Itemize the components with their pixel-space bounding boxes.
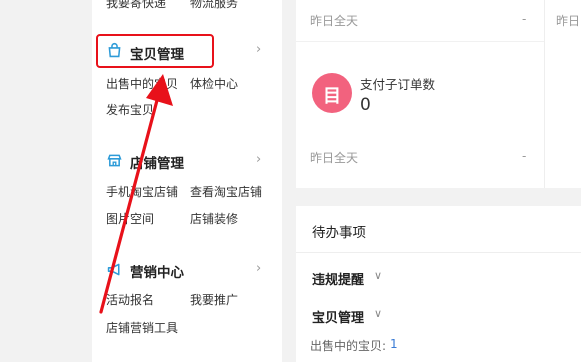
annotation-arrow-icon	[99, 74, 173, 314]
